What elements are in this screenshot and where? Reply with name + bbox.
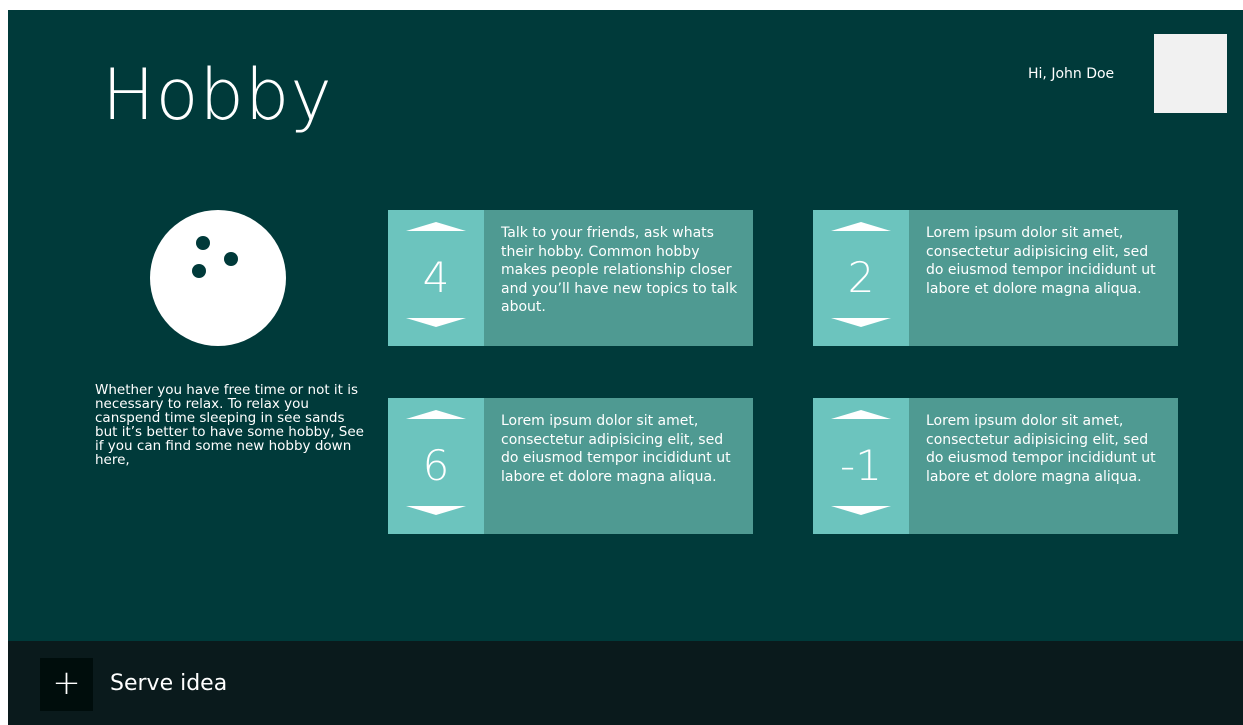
vote-counter: 2 [813,210,909,346]
intro-text: Whether you have free time or not it is … [95,382,364,468]
user-greeting: Hi, John Doe [1028,66,1115,82]
arrow-up-icon[interactable] [831,410,891,422]
bottom-app-bar: + Serve idea [8,641,1243,725]
arrow-down-icon[interactable] [406,506,466,518]
arrow-down-icon[interactable] [831,318,891,330]
avatar[interactable] [1154,34,1227,113]
hobby-text: Lorem ipsum dolor sit amet, consectetur … [501,413,731,485]
arrow-up-icon[interactable] [831,222,891,234]
serve-idea-label[interactable]: Serve idea [110,671,227,696]
arrow-up-icon[interactable] [406,410,466,422]
vote-count: 2 [847,253,875,302]
hobby-card: 4 Talk to your friends, ask whats their … [388,210,753,346]
vote-count: 4 [422,253,450,302]
vote-count: -1 [840,441,882,490]
ball-hole [224,252,238,266]
vote-counter: -1 [813,398,909,534]
ball-hole [192,264,206,278]
serve-idea-button[interactable]: + [40,658,93,711]
app-window: Hobby Hi, John Doe Whether you have free… [8,10,1243,725]
hobby-text: Talk to your friends, ask whats their ho… [501,225,738,315]
plus-icon: + [52,663,81,703]
arrow-up-icon[interactable] [406,222,466,234]
vote-counter: 6 [388,398,484,534]
hobby-text: Lorem ipsum dolor sit amet, consectetur … [926,413,1156,485]
hobby-card: -1 Lorem ipsum dolor sit amet, consectet… [813,398,1178,534]
arrow-down-icon[interactable] [831,506,891,518]
hobby-card: 6 Lorem ipsum dolor sit amet, consectetu… [388,398,753,534]
vote-counter: 4 [388,210,484,346]
vote-count: 6 [422,441,450,490]
arrow-down-icon[interactable] [406,318,466,330]
ball-hole [196,236,210,250]
bowling-ball-icon [150,210,286,346]
hobby-text: Lorem ipsum dolor sit amet, consectetur … [926,225,1156,297]
hobby-card: 2 Lorem ipsum dolor sit amet, consectetu… [813,210,1178,346]
page-title: Hobby [102,54,333,136]
